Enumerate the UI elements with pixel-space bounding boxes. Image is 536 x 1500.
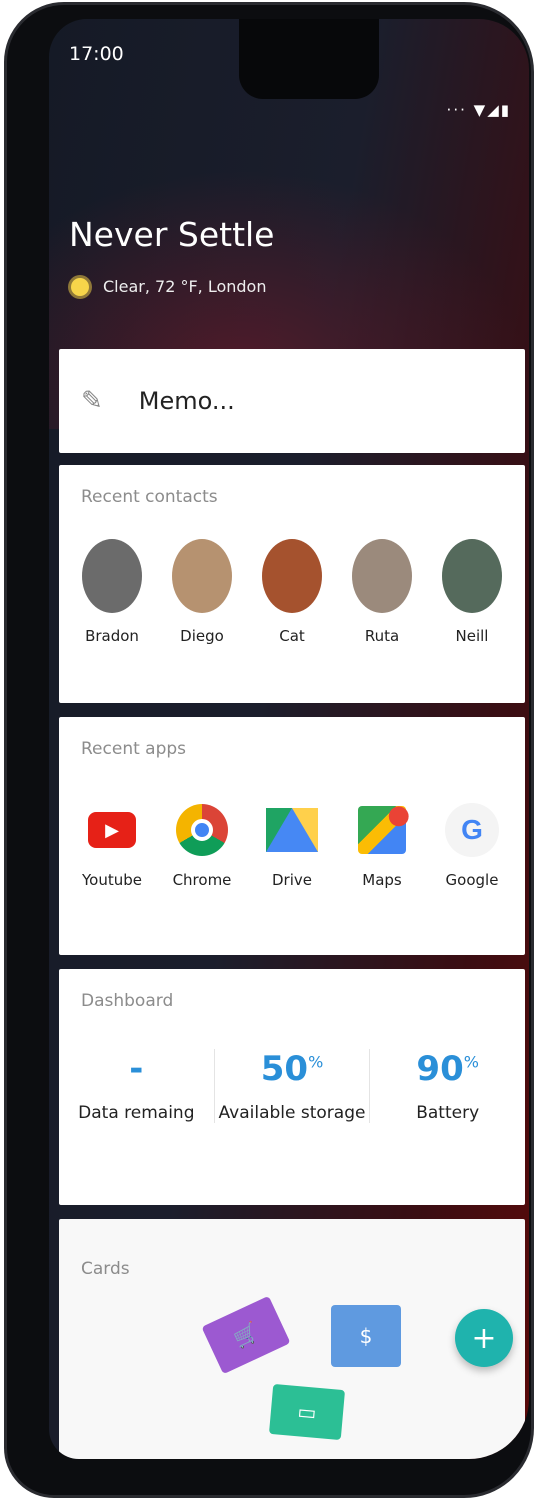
pencil-icon: ✎ (81, 386, 103, 416)
memo-placeholder: Memo... (138, 387, 235, 415)
card-symbol: 🛒 (229, 1318, 263, 1352)
drive-icon (265, 803, 319, 857)
contact-cat[interactable]: Cat (249, 539, 335, 645)
google-icon: G (445, 803, 499, 857)
weather[interactable]: Clear, 72 °F, London (71, 277, 266, 296)
contact-bradon[interactable]: Bradon (69, 539, 155, 645)
avatar (82, 539, 142, 613)
metric-value: - (129, 1049, 144, 1089)
section-title: Recent contacts (81, 487, 218, 507)
app-name: Google (445, 871, 499, 889)
metric-unit: % (308, 1052, 324, 1072)
weather-text: Clear, 72 °F, London (103, 277, 267, 296)
app-maps[interactable]: ● Maps (339, 800, 425, 889)
notch (239, 19, 379, 99)
metric-storage[interactable]: 50% Available storage (215, 1049, 371, 1123)
dashboard-card: Dashboard - Data remaing 50% Available sto… (59, 969, 525, 1205)
app-name: Drive (272, 871, 312, 889)
sun-icon (71, 277, 89, 296)
avatar (442, 539, 502, 613)
wifi-icon: ▼ (473, 101, 488, 119)
add-card-button[interactable]: + (455, 1309, 513, 1367)
contact-name: Cat (279, 627, 305, 645)
chrome-icon (175, 803, 229, 857)
status-time: 17:00 (69, 43, 124, 65)
section-title: Cards (81, 1259, 130, 1279)
status-icons: ··· ▼◢▮ (447, 101, 511, 119)
metric-unit: % (463, 1052, 479, 1072)
contact-name: Neill (455, 627, 489, 645)
metric-value: 50 (260, 1049, 309, 1089)
metric-battery[interactable]: 90% Battery (370, 1049, 525, 1123)
avatar (172, 539, 232, 613)
battery-icon: ▮ (500, 101, 511, 119)
app-name: Chrome (172, 871, 232, 889)
app-youtube[interactable]: ▶ Youtube (69, 803, 155, 889)
recent-contacts-card: Recent contacts Bradon Diego Cat Ruta Ne… (59, 465, 525, 703)
metric-value: 90 (416, 1049, 464, 1089)
app-drive[interactable]: Drive (249, 803, 335, 889)
more-dots-icon: ··· (446, 101, 467, 119)
page-title: Never Settle (69, 215, 275, 254)
section-title: Recent apps (81, 739, 187, 759)
section-title: Dashboard (81, 991, 174, 1011)
maps-icon: ● (355, 800, 410, 857)
card-symbol: ▭ (296, 1399, 318, 1425)
metric-label: Battery (416, 1103, 480, 1123)
contact-neill[interactable]: Neill (429, 539, 515, 645)
memo-input[interactable]: ✎ Memo... (59, 349, 525, 453)
signal-icon: ◢ (487, 101, 501, 119)
avatar (262, 539, 322, 613)
cart-icon[interactable]: 🛒 (201, 1295, 291, 1375)
app-chrome[interactable]: Chrome (159, 803, 245, 889)
avatar (352, 539, 412, 613)
app-name: Maps (362, 871, 402, 889)
metric-data[interactable]: - Data remaing (59, 1049, 215, 1123)
contact-name: Bradon (85, 627, 139, 645)
contact-diego[interactable]: Diego (159, 539, 245, 645)
card-symbol: $ (359, 1324, 373, 1348)
contact-name: Diego (180, 627, 224, 645)
app-name: Youtube (82, 871, 142, 889)
metric-label: Available storage (218, 1103, 366, 1123)
cards-card: Cards 🛒 $ ▭ + (59, 1219, 525, 1459)
metric-label: Data remaing (78, 1103, 195, 1123)
contact-ruta[interactable]: Ruta (339, 539, 425, 645)
phone-frame: 17:00 ··· ▼◢▮ Never Settle Clear, 72 °F,… (4, 2, 534, 1498)
dollar-icon[interactable]: $ (331, 1305, 401, 1367)
contact-name: Ruta (364, 627, 400, 645)
screen: 17:00 ··· ▼◢▮ Never Settle Clear, 72 °F,… (49, 19, 529, 1459)
recent-apps-card: Recent apps ▶ Youtube Chrome Drive ● Maps … (59, 717, 525, 955)
bus-icon[interactable]: ▭ (268, 1383, 346, 1441)
app-google[interactable]: G Google (429, 803, 515, 889)
youtube-icon: ▶ (85, 803, 139, 857)
